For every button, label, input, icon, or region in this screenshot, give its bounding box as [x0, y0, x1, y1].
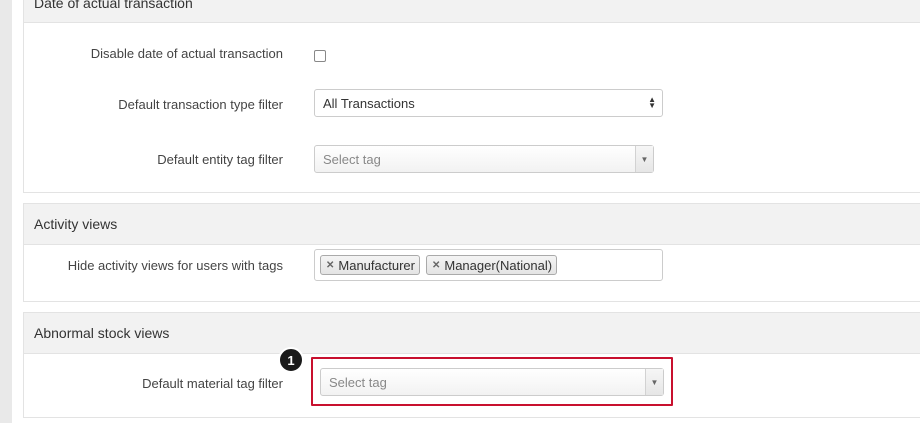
chevron-down-icon[interactable]: ▼: [635, 146, 653, 172]
hide-activity-views-label: Hide activity views for users with tags: [67, 258, 283, 273]
tag-chip-manufacturer: ✕ Manufacturer: [320, 255, 420, 275]
tag-chip-manager-national: ✕ Manager(National): [425, 255, 558, 275]
remove-tag-icon[interactable]: ✕: [326, 260, 334, 271]
tag-chip-label: Manager(National): [444, 257, 553, 273]
disable-date-checkbox[interactable]: [314, 50, 326, 62]
entity-tag-filter-label: Default entity tag filter: [157, 152, 283, 167]
select-updown-icon: ▲ ▼: [648, 95, 656, 110]
disable-date-label: Disable date of actual transaction: [90, 46, 283, 61]
hide-activity-tags-input[interactable]: ✕ Manufacturer ✕ Manager(National): [314, 249, 663, 281]
remove-tag-icon[interactable]: ✕: [432, 260, 440, 271]
panel-activity-views: Activity views Hide activity views for u…: [23, 203, 920, 302]
transaction-type-select[interactable]: All Transactions ▲ ▼: [314, 89, 663, 117]
panel-heading-date: Date of actual transaction: [24, 0, 920, 23]
transaction-type-value: All Transactions: [323, 95, 415, 111]
tag-chip-label: Manufacturer: [338, 257, 415, 273]
material-tag-filter-label: Default material tag filter: [142, 376, 283, 391]
left-rail: [0, 0, 12, 423]
panel-date-of-actual-transaction: Date of actual transaction Disable date …: [23, 0, 920, 193]
panel-heading-activity: Activity views: [24, 204, 920, 245]
entity-tag-select[interactable]: Select tag ▼: [314, 145, 654, 173]
highlight-box: [311, 357, 673, 406]
step-badge: 1: [278, 347, 304, 373]
transaction-type-filter-label: Default transaction type filter: [118, 97, 283, 112]
entity-tag-placeholder: Select tag: [323, 151, 381, 167]
panel-heading-abnormal: Abnormal stock views: [24, 313, 920, 354]
